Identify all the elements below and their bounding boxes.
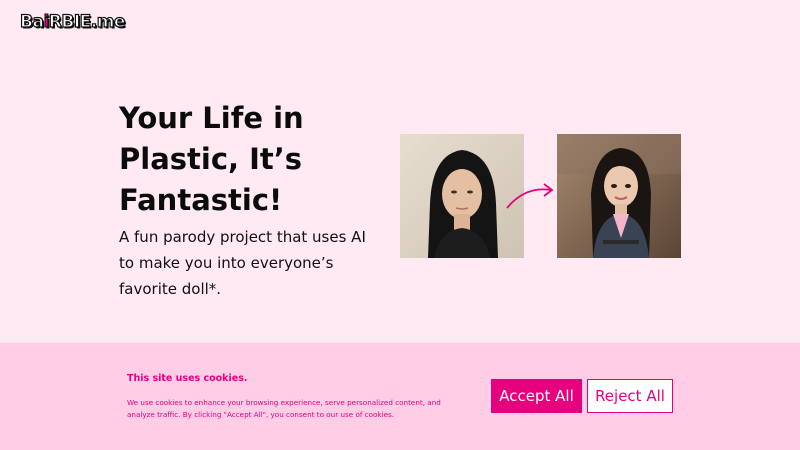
after-photo <box>557 134 681 258</box>
cookie-banner-title: This site uses cookies. <box>127 373 248 384</box>
reject-all-button[interactable]: Reject All <box>587 379 673 413</box>
logo-prefix: Ba <box>19 11 44 32</box>
hero-title-line-2: Plastic, It’s <box>119 142 303 176</box>
logo-suffix: RBIE.me <box>48 11 126 32</box>
hero-subtitle: A fun parody project that uses AI to mak… <box>119 228 366 298</box>
hero-title-line-3: Fantastic! <box>119 183 283 217</box>
cookie-banner-text: We use cookies to enhance your browsing … <box>127 398 441 419</box>
hero-title: Your Life in Plastic, It’s Fantastic! <box>119 98 379 221</box>
hero-title-line-1: Your Life in <box>119 101 304 135</box>
accept-all-button[interactable]: Accept All <box>491 379 582 413</box>
transform-arrow-icon <box>506 183 554 209</box>
site-logo[interactable]: BaiRBIE.me <box>19 11 126 32</box>
cookie-banner: This site uses cookies. We use cookies t… <box>0 343 800 450</box>
